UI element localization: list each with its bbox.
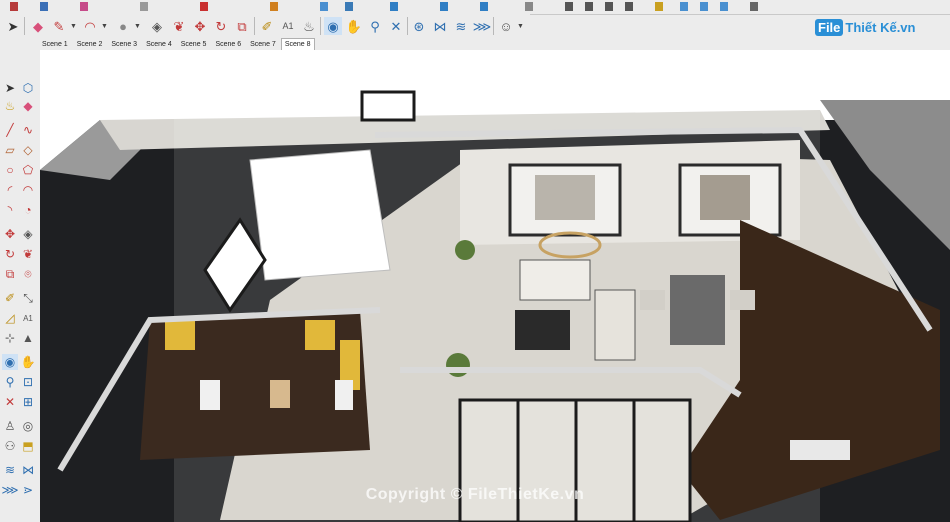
model-viewport[interactable]: [40, 50, 950, 522]
pie-icon[interactable]: ◔: [20, 202, 36, 218]
polygon-icon[interactable]: ⬠: [20, 162, 36, 178]
chevron-down-icon[interactable]: ▼: [70, 23, 77, 30]
warehouse-icon[interactable]: ⋈: [20, 462, 36, 478]
arc-icon[interactable]: ◜: [2, 182, 18, 198]
chevron-down-icon[interactable]: ▼: [101, 23, 108, 30]
warehouse-icon[interactable]: ⋈: [431, 17, 449, 35]
chevron-down-icon[interactable]: ▼: [517, 23, 524, 30]
toolbar-separator: [254, 17, 255, 35]
logo-mark: File: [815, 18, 844, 36]
extension-icon[interactable]: ≋: [452, 17, 470, 35]
zoom-icon[interactable]: ⚲: [2, 374, 18, 390]
push-pull-icon[interactable]: ◈: [148, 17, 166, 35]
eraser-icon[interactable]: ◆: [20, 98, 36, 114]
follow-me-icon[interactable]: ❦: [20, 246, 36, 262]
scale-icon[interactable]: ⧉: [233, 17, 251, 35]
pan-icon[interactable]: ✋: [20, 354, 36, 370]
left-toolbar: ➤ ⬡ ♨ ◆ ╱ ∿ ▱ ◇ ○ ⬠ ◜ ◠ ◝ ◔ ✥ ◈ ↻ ❦ ⧉ ⌾ …: [0, 76, 40, 522]
move-icon[interactable]: ✥: [2, 226, 18, 242]
toolbar-separator: [24, 17, 25, 35]
push-pull-icon[interactable]: ◈: [20, 226, 36, 242]
rotated-rectangle-icon[interactable]: ◇: [20, 142, 36, 158]
freehand-icon[interactable]: ∿: [20, 122, 36, 138]
toolbar-separator: [320, 17, 321, 35]
share-icon[interactable]: ⋙: [473, 17, 492, 35]
sandbox-icon[interactable]: ≋: [2, 462, 18, 478]
toolbar-separator: [407, 17, 408, 35]
rotate-icon[interactable]: ↻: [2, 246, 18, 262]
3d-text-icon[interactable]: ▲: [20, 330, 36, 346]
arc-icon[interactable]: ◠: [81, 17, 99, 35]
circle-icon[interactable]: ○: [2, 162, 18, 178]
zoom-extents-icon[interactable]: ✕: [2, 394, 18, 410]
select-icon[interactable]: ➤: [2, 80, 18, 96]
axes-icon[interactable]: ⊹: [2, 330, 18, 346]
chevron-down-icon[interactable]: ▼: [134, 23, 141, 30]
orbit-icon[interactable]: ◉: [324, 17, 342, 35]
paint-bucket-icon[interactable]: ♨: [300, 17, 318, 35]
rectangle-icon[interactable]: ▱: [2, 142, 18, 158]
text-icon[interactable]: A1: [20, 310, 36, 326]
logo-text: Thiết Kế.vn: [845, 19, 916, 35]
pan-icon[interactable]: ✋: [345, 17, 363, 35]
geo-location-icon[interactable]: ⊛: [410, 17, 428, 35]
scene-tabs: Scene 1 Scene 2 Scene 3 Scene 4 Scene 5 …: [38, 38, 316, 50]
dimension-icon[interactable]: ⤡: [20, 290, 36, 306]
zoom-icon[interactable]: ⚲: [366, 17, 384, 35]
copyright-watermark: Copyright © FileThietKe.vn: [365, 486, 585, 503]
tape-measure-icon[interactable]: ✐: [2, 290, 18, 306]
section-plane-icon[interactable]: ⬒: [20, 438, 36, 454]
brand-logo: File Thiết Kế.vn: [815, 16, 925, 38]
tape-measure-icon[interactable]: ✐: [258, 17, 276, 35]
zoom-extents-icon[interactable]: ✕: [387, 17, 405, 35]
pencil-icon[interactable]: ╱: [2, 122, 18, 138]
text-icon[interactable]: A1: [279, 17, 297, 35]
rotate-icon[interactable]: ↻: [212, 17, 230, 35]
follow-me-icon[interactable]: ❦: [170, 17, 188, 35]
top-toolbar-row-2: ➤ ◆ ✎ ▼ ◠ ▼ ● ▼ ◈ ❦ ✥ ↻ ⧉ ✐ A1 ♨ ◉ ✋ ⚲ ✕…: [0, 14, 530, 38]
shape-icon[interactable]: ●: [114, 17, 132, 35]
protractor-icon[interactable]: ◿: [2, 310, 18, 326]
room-model-render: [40, 50, 950, 522]
pencil-icon[interactable]: ✎: [50, 17, 68, 35]
eraser-icon[interactable]: ◆: [29, 17, 47, 35]
tab-scene-8[interactable]: Scene 8: [280, 38, 315, 50]
top-toolbar-row-1: [0, 0, 950, 15]
previous-view-icon[interactable]: ⊞: [20, 394, 36, 410]
zoom-window-icon[interactable]: ⊡: [20, 374, 36, 390]
toolbar-icons-row-1[interactable]: [0, 0, 950, 14]
look-around-icon[interactable]: ◎: [20, 418, 36, 434]
move-icon[interactable]: ✥: [191, 17, 209, 35]
offset-icon[interactable]: ⌾: [20, 266, 36, 282]
paint-bucket-icon[interactable]: ♨: [2, 98, 18, 114]
three-point-arc-icon[interactable]: ◝: [2, 202, 18, 218]
account-icon[interactable]: ☺: [497, 17, 515, 35]
two-point-arc-icon[interactable]: ◠: [20, 182, 36, 198]
scale-icon[interactable]: ⧉: [2, 266, 18, 282]
component-icon[interactable]: ⬡: [20, 80, 36, 96]
position-camera-icon[interactable]: ♙: [2, 418, 18, 434]
orbit-icon[interactable]: ◉: [2, 354, 18, 370]
toolbar-separator: [493, 17, 494, 35]
walk-icon[interactable]: ⚇: [2, 438, 18, 454]
select-icon[interactable]: ➤: [4, 17, 22, 35]
